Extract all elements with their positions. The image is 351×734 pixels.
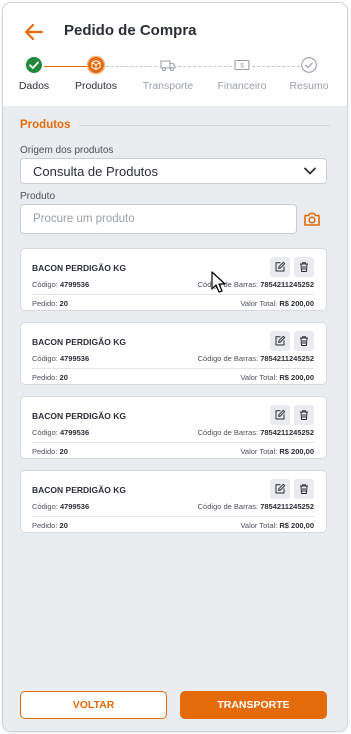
code-label: Código: (32, 428, 58, 437)
qty-value: 20 (59, 299, 68, 308)
back-button[interactable]: VOLTAR (20, 691, 167, 719)
code-value: 4799536 (59, 280, 90, 289)
code-label: Código: (32, 280, 58, 289)
code-value: 4799536 (59, 502, 90, 511)
barcode-value: 7854211245252 (260, 280, 314, 289)
step-label: Financeiro (217, 80, 267, 92)
barcode-label: Código de Barras: (197, 502, 259, 511)
origin-select[interactable]: Consulta de Produtos (20, 158, 327, 184)
barcode-label: Código de Barras: (197, 354, 259, 363)
barcode-group: Código de Barras: 7854211245252 (198, 354, 314, 363)
page-title: Pedido de Compra (64, 22, 197, 39)
svg-text:$: $ (240, 63, 244, 70)
check-circle-icon (300, 56, 318, 74)
next-button[interactable]: TRANSPORTE (180, 691, 327, 719)
card-row-codes: Código: 4799536 Código de Barras: 7854211… (32, 428, 314, 437)
product-card[interactable]: BACON PERDIGÃO KG Código: 4799536 Código d… (20, 470, 327, 533)
total-value: R$ 200,00 (279, 447, 314, 456)
barcode-value: 7854211245252 (260, 428, 314, 437)
card-row-totals: Pedido: 20 Valor Total: R$ 200,00 (32, 447, 314, 456)
code-value: 4799536 (59, 354, 90, 363)
barcode-group: Código de Barras: 7854211245252 (198, 280, 314, 289)
origin-select-value: Consulta de Produtos (33, 164, 159, 179)
chevron-down-icon (304, 167, 316, 175)
total-value: R$ 200,00 (279, 521, 314, 530)
product-name: BACON PERDIGÃO KG (32, 485, 126, 495)
card-row-totals: Pedido: 20 Valor Total: R$ 200,00 (32, 299, 314, 308)
qty-value: 20 (59, 521, 68, 530)
product-card[interactable]: BACON PERDIGÃO KG Código: 4799536 Código d… (20, 396, 327, 459)
barcode-value: 7854211245252 (260, 354, 314, 363)
divider (32, 516, 314, 517)
trash-icon[interactable] (294, 331, 314, 351)
step-dados[interactable]: Dados (3, 56, 69, 92)
step-label: Dados (18, 80, 50, 92)
total-label: Valor Total: (240, 373, 278, 382)
total-value: R$ 200,00 (279, 373, 314, 382)
app-screen: Pedido de Compra Dados Produtos Transpor… (3, 3, 347, 731)
qty-label: Pedido: (32, 373, 58, 382)
card-row-totals: Pedido: 20 Valor Total: R$ 200,00 (32, 521, 314, 530)
barcode-group: Código de Barras: 7854211245252 (198, 502, 314, 511)
divider (32, 442, 314, 443)
camera-icon[interactable] (302, 209, 322, 229)
total-group: Valor Total: R$ 200,00 (240, 447, 314, 456)
product-label: Produto (20, 191, 56, 202)
qty-label: Pedido: (32, 447, 58, 456)
qty-value: 20 (59, 447, 68, 456)
arrow-left-icon[interactable] (21, 19, 47, 45)
code-label: Código: (32, 502, 58, 511)
step-financeiro[interactable]: $ Financeiro (207, 56, 277, 92)
total-label: Valor Total: (240, 299, 278, 308)
step-produtos[interactable]: Produtos (61, 55, 131, 92)
trash-icon[interactable] (294, 257, 314, 277)
step-label: Transporte (142, 80, 194, 92)
product-search-input[interactable] (20, 204, 297, 234)
product-name: BACON PERDIGÃO KG (32, 337, 126, 347)
step-label: Resumo (289, 80, 329, 92)
total-label: Valor Total: (240, 447, 278, 456)
edit-icon[interactable] (270, 479, 290, 499)
truck-icon (159, 56, 177, 74)
total-group: Valor Total: R$ 200,00 (240, 521, 314, 530)
card-row-codes: Código: 4799536 Código de Barras: 7854211… (32, 502, 314, 511)
card-row-codes: Código: 4799536 Código de Barras: 7854211… (32, 354, 314, 363)
header: Pedido de Compra Dados Produtos Transpor… (3, 3, 347, 106)
origin-label: Origem dos produtos (20, 145, 114, 156)
product-name: BACON PERDIGÃO KG (32, 263, 126, 273)
box-icon (87, 55, 105, 75)
divider (32, 294, 314, 295)
step-resumo[interactable]: Resumo (274, 56, 344, 92)
total-label: Valor Total: (240, 521, 278, 530)
card-row-codes: Código: 4799536 Código de Barras: 7854211… (32, 280, 314, 289)
divider (79, 125, 330, 126)
qty-label: Pedido: (32, 521, 58, 530)
edit-icon[interactable] (270, 405, 290, 425)
product-card[interactable]: BACON PERDIGÃO KG Código: 4799536 Código d… (20, 248, 327, 311)
trash-icon[interactable] (294, 479, 314, 499)
code-label: Código: (32, 354, 58, 363)
section-title: Produtos (20, 119, 71, 131)
product-card[interactable]: BACON PERDIGÃO KG Código: 4799536 Código d… (20, 322, 327, 385)
step-transporte[interactable]: Transporte (133, 56, 203, 92)
edit-icon[interactable] (270, 331, 290, 351)
edit-icon[interactable] (270, 257, 290, 277)
barcode-group: Código de Barras: 7854211245252 (198, 428, 314, 437)
step-label: Produtos (74, 80, 118, 92)
code-value: 4799536 (59, 428, 90, 437)
total-value: R$ 200,00 (279, 299, 314, 308)
total-group: Valor Total: R$ 200,00 (240, 299, 314, 308)
product-name: BACON PERDIGÃO KG (32, 411, 126, 421)
money-icon: $ (233, 56, 251, 74)
barcode-label: Código de Barras: (197, 280, 259, 289)
divider (32, 368, 314, 369)
qty-label: Pedido: (32, 299, 58, 308)
trash-icon[interactable] (294, 405, 314, 425)
barcode-label: Código de Barras: (197, 428, 259, 437)
total-group: Valor Total: R$ 200,00 (240, 373, 314, 382)
qty-value: 20 (59, 373, 68, 382)
barcode-value: 7854211245252 (260, 502, 314, 511)
check-circle-icon (25, 56, 43, 74)
card-row-totals: Pedido: 20 Valor Total: R$ 200,00 (32, 373, 314, 382)
